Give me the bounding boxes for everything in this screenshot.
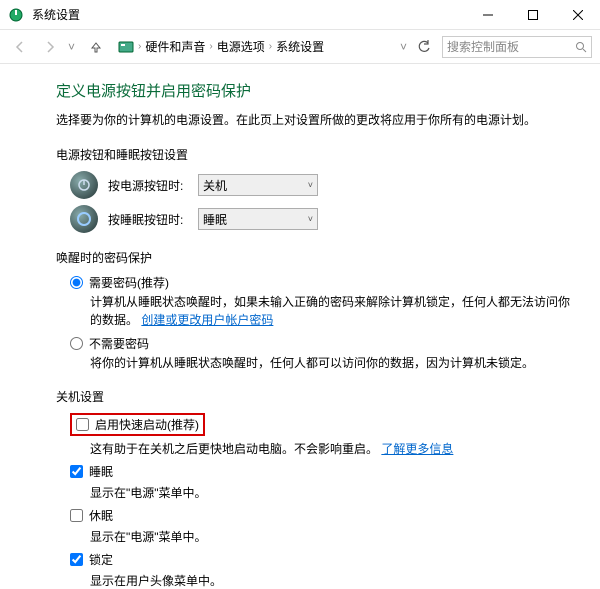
page-intro: 选择要为你的计算机的电源设置。在此页上对设置所做的更改将应用于你所有的电源计划。: [56, 111, 576, 128]
back-button[interactable]: [8, 35, 32, 59]
breadcrumb[interactable]: › 硬件和声音 › 电源选项 › 系统设置: [114, 38, 394, 55]
refresh-button[interactable]: [412, 35, 436, 59]
radio-no-password[interactable]: 不需要密码: [70, 335, 576, 352]
checkbox-sleep[interactable]: 睡眠: [70, 463, 576, 480]
radio-no-password-input[interactable]: [70, 337, 83, 350]
chevron-right-icon: ›: [269, 41, 272, 52]
sleep-button-icon: [70, 205, 98, 233]
power-button-label: 按电源按钮时:: [108, 177, 198, 194]
wakeup-radio-group: 需要密码(推荐) 计算机从睡眠状态唤醒时，如果未输入正确的密码来解除计算机锁定，…: [70, 274, 576, 372]
checkbox-fast-startup-label: 启用快速启动(推荐): [95, 416, 199, 433]
checkbox-fast-startup-input[interactable]: [76, 418, 89, 431]
create-password-link[interactable]: 创建或更改用户帐户密码: [141, 313, 273, 327]
content-area: 定义电源按钮并启用密码保护 选择要为你的计算机的电源设置。在此页上对设置所做的更…: [0, 64, 600, 589]
path-dropdown[interactable]: ˅: [400, 40, 410, 54]
checkbox-hibernate-label: 休眠: [89, 507, 113, 524]
close-button[interactable]: [555, 0, 600, 30]
sleep-button-select[interactable]: 睡眠 ˅: [198, 208, 318, 230]
power-button-value: 关机: [203, 177, 227, 194]
sleep-button-label: 按睡眠按钮时:: [108, 211, 198, 228]
section-wakeup: 唤醒时的密码保护: [56, 249, 576, 266]
lock-desc: 显示在用户头像菜单中。: [90, 572, 576, 589]
sleep-button-value: 睡眠: [203, 211, 227, 228]
titlebar: 系统设置: [0, 0, 600, 30]
power-options-icon: [8, 7, 24, 23]
power-button-icon: [70, 171, 98, 199]
up-button[interactable]: [84, 35, 108, 59]
checkbox-sleep-input[interactable]: [70, 465, 83, 478]
breadcrumb-hardware[interactable]: 硬件和声音: [145, 38, 205, 55]
checkbox-lock[interactable]: 锁定: [70, 551, 576, 568]
power-button-select[interactable]: 关机 ˅: [198, 174, 318, 196]
search-input[interactable]: 搜索控制面板: [442, 36, 592, 58]
radio-no-password-label: 不需要密码: [89, 335, 149, 352]
checkbox-lock-label: 锁定: [89, 551, 113, 568]
page-heading: 定义电源按钮并启用密码保护: [56, 80, 576, 101]
history-dropdown[interactable]: ˅: [68, 40, 78, 54]
chevron-right-icon: ›: [209, 41, 212, 52]
forward-button[interactable]: [38, 35, 62, 59]
navbar: ˅ › 硬件和声音 › 电源选项 › 系统设置 ˅ 搜索控制面板: [0, 30, 600, 64]
radio-require-password[interactable]: 需要密码(推荐): [70, 274, 576, 291]
no-password-desc: 将你的计算机从睡眠状态唤醒时，任何人都可以访问你的数据，因为计算机未锁定。: [90, 354, 576, 372]
fast-startup-desc: 这有助于在关机之后更快地启动电脑。不会影响重启。 了解更多信息: [90, 440, 576, 457]
highlight-box: 启用快速启动(推荐): [70, 413, 205, 436]
checkbox-lock-input[interactable]: [70, 553, 83, 566]
radio-require-password-label: 需要密码(推荐): [89, 274, 169, 291]
window-title: 系统设置: [30, 6, 465, 23]
chevron-down-icon: ˅: [308, 214, 313, 224]
breadcrumb-current: 系统设置: [276, 38, 324, 55]
chevron-down-icon: ˅: [308, 180, 313, 190]
section-shutdown: 关机设置: [56, 388, 576, 405]
checkbox-hibernate-input[interactable]: [70, 509, 83, 522]
sleep-desc: 显示在"电源"菜单中。: [90, 484, 576, 501]
require-password-desc: 计算机从睡眠状态唤醒时，如果未输入正确的密码来解除计算机锁定，任何人都无法访问你…: [90, 293, 576, 329]
control-panel-icon: [118, 39, 134, 55]
section-button-settings: 电源按钮和睡眠按钮设置: [56, 146, 576, 163]
checkbox-hibernate[interactable]: 休眠: [70, 507, 576, 524]
chevron-right-icon: ›: [138, 41, 141, 52]
checkbox-fast-startup[interactable]: 启用快速启动(推荐): [70, 413, 576, 436]
search-icon: [575, 41, 587, 53]
hibernate-desc: 显示在"电源"菜单中。: [90, 528, 576, 545]
radio-require-password-input[interactable]: [70, 276, 83, 289]
row-power-button: 按电源按钮时: 关机 ˅: [70, 171, 576, 199]
checkbox-sleep-label: 睡眠: [89, 463, 113, 480]
learn-more-link[interactable]: 了解更多信息: [381, 442, 453, 456]
maximize-button[interactable]: [510, 0, 555, 30]
row-sleep-button: 按睡眠按钮时: 睡眠 ˅: [70, 205, 576, 233]
minimize-button[interactable]: [465, 0, 510, 30]
breadcrumb-power[interactable]: 电源选项: [217, 38, 265, 55]
search-placeholder: 搜索控制面板: [447, 38, 575, 55]
